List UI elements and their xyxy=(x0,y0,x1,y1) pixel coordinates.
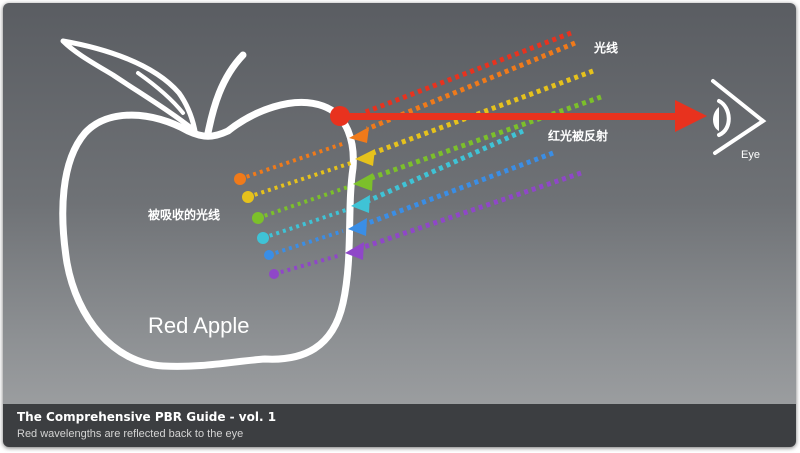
reflected-red-label: 红光被反射 xyxy=(548,128,608,143)
absorbed-beam-blue xyxy=(268,229,344,257)
caption-bar: The Comprehensive PBR Guide - vol. 1 Red… xyxy=(3,404,796,447)
absorbed-beam-green xyxy=(257,185,349,220)
absorbed-dot-blue xyxy=(264,250,274,260)
caption-title: The Comprehensive PBR Guide - vol. 1 xyxy=(17,410,277,424)
reflected-beam-arrowhead xyxy=(675,100,707,132)
arrowhead-yellow xyxy=(355,149,375,166)
incoming-beam-violet xyxy=(360,170,582,251)
caption-subtitle: Red wavelengths are reflected back to th… xyxy=(17,428,244,440)
absorbed-beam-orange xyxy=(239,141,346,181)
absorbed-dot-green xyxy=(252,212,264,224)
absorbed-dot-yellow xyxy=(242,191,254,203)
eye-icon xyxy=(711,79,767,155)
incoming-light-label: 光线 xyxy=(593,40,618,55)
absorbed-beam-yellow xyxy=(247,161,352,199)
eye-label: Eye xyxy=(741,149,760,161)
absorbed-dot-cyan xyxy=(257,232,269,244)
absorbed-dot-orange xyxy=(234,173,246,185)
absorbed-light-beams xyxy=(239,141,352,276)
slide: 光线 红光被反射 被吸收的光线 Red Apple Eye The Compre… xyxy=(3,3,796,447)
absorbed-dot-violet xyxy=(269,269,279,279)
reflected-red-beam xyxy=(330,100,707,132)
incoming-beam-cyan xyxy=(366,128,525,204)
apple-light-diagram: 光线 红光被反射 被吸收的光线 Red Apple Eye xyxy=(59,30,767,370)
absorbed-endpoints xyxy=(234,173,279,279)
reflected-beam-shaft xyxy=(340,113,680,120)
absorbed-light-label: 被吸收的光线 xyxy=(148,207,220,222)
absorbed-beam-violet xyxy=(273,253,342,276)
apple-label: Red Apple xyxy=(148,313,250,338)
arrowhead-green xyxy=(353,173,373,191)
incoming-beam-red xyxy=(362,30,572,116)
absorbed-beam-cyan xyxy=(262,208,347,240)
